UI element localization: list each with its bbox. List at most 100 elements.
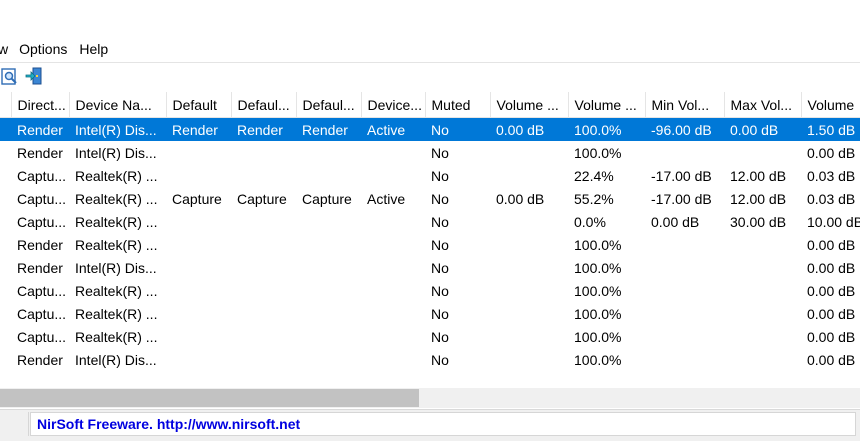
- column-header[interactable]: Direct...: [11, 92, 70, 118]
- menu-view[interactable]: w: [0, 38, 13, 60]
- header-row: Direct... Device Na... Default Defaul... Def…: [0, 92, 860, 118]
- menu-bar: w Options Help: [0, 38, 860, 60]
- table-cell: [166, 348, 231, 371]
- table-row[interactable]: Render Intel(R) Dis... No 100.0% 0.00 dB: [0, 256, 860, 279]
- toolbar: [0, 62, 860, 89]
- column-header[interactable]: Muted: [425, 92, 491, 118]
- table-cell: 22.4%: [574, 167, 614, 184]
- table-cell: 10.00 dB: [807, 213, 860, 230]
- table-row[interactable]: Render Intel(R) Dis... No 100.0% 0.00 dB: [0, 141, 860, 164]
- table-cell: Realtek(R) ...: [75, 282, 158, 299]
- table-cell: [296, 256, 361, 279]
- table-row[interactable]: Render Realtek(R) ... No 100.0% 0.00 dB: [0, 233, 860, 256]
- table-cell: [724, 348, 801, 371]
- table-cell: Captu...: [17, 328, 67, 345]
- table-cell: Realtek(R) ...: [75, 190, 158, 207]
- export-icon[interactable]: [24, 66, 44, 86]
- column-header[interactable]: Device...: [361, 92, 426, 118]
- table-cell: [166, 210, 231, 233]
- table-cell: [645, 233, 724, 256]
- column-header[interactable]: Min Vol...: [645, 92, 725, 118]
- table-cell: [490, 141, 568, 164]
- table-cell: [0, 302, 11, 325]
- table-cell: [166, 141, 231, 164]
- column-header[interactable]: Volume ...: [490, 92, 569, 118]
- table-cell: [231, 279, 296, 302]
- table-cell: [490, 233, 568, 256]
- table-cell: [490, 210, 568, 233]
- table-cell: [296, 141, 361, 164]
- table-cell: [645, 348, 724, 371]
- properties-icon[interactable]: [0, 66, 20, 86]
- table-cell: 1.50 dB: [801, 117, 860, 141]
- table-cell: 0.00 dB: [651, 213, 700, 230]
- column-header[interactable]: Device Na...: [69, 92, 167, 118]
- table-cell: [490, 325, 568, 348]
- table-cell: [361, 348, 425, 371]
- table-cell: Render: [17, 351, 63, 368]
- table-cell: [296, 210, 361, 233]
- table-cell: [0, 325, 11, 348]
- table-cell: No: [431, 305, 449, 322]
- menu-options[interactable]: Options: [13, 38, 73, 60]
- table-cell: [166, 233, 231, 256]
- table-cell: [0, 279, 11, 302]
- table-row[interactable]: Captu... Realtek(R) ... Capture Capture Capt…: [0, 187, 860, 210]
- status-link[interactable]: NirSoft Freeware. http://www.nirsoft.net: [30, 412, 856, 436]
- table-row[interactable]: Captu... Realtek(R) ... No 100.0% 0.00 dB: [0, 279, 860, 302]
- table-cell: No: [431, 144, 449, 161]
- column-header[interactable]: Max Vol...: [724, 92, 802, 118]
- table-cell: Capture: [237, 190, 287, 207]
- table-cell: Render: [231, 117, 296, 141]
- menu-help[interactable]: Help: [73, 38, 114, 60]
- column-header[interactable]: Default: [166, 92, 232, 118]
- table-cell: 0.00 dB: [724, 117, 801, 141]
- table-row[interactable]: Captu... Realtek(R) ... No 100.0% 0.00 dB: [0, 325, 860, 348]
- table-cell: 0.00 dB: [490, 117, 568, 141]
- table-cell: [361, 302, 425, 325]
- table-cell: [231, 325, 296, 348]
- table-cell: Render: [17, 259, 63, 276]
- status-bar: NirSoft Freeware. http://www.nirsoft.net: [0, 409, 860, 441]
- table-cell: 0.00 dB: [807, 351, 856, 368]
- table-cell: No: [431, 190, 449, 207]
- table-cell: Captu...: [17, 190, 67, 207]
- table-row[interactable]: Captu... Realtek(R) ... No 22.4% -17.00 dB 12…: [0, 164, 860, 187]
- horizontal-scrollbar[interactable]: [0, 388, 860, 408]
- table-cell: [490, 164, 568, 187]
- table-cell: 100.0%: [574, 328, 622, 345]
- table-row[interactable]: Captu... Realtek(R) ... No 100.0% 0.00 dB: [0, 302, 860, 325]
- table-cell: Render: [17, 144, 63, 161]
- table-cell: [166, 256, 231, 279]
- table-cell: No: [431, 351, 449, 368]
- column-header[interactable]: Volume: [801, 92, 860, 118]
- column-header[interactable]: Defaul...: [296, 92, 362, 118]
- table-cell: Captu...: [17, 282, 67, 299]
- table-cell: [724, 325, 801, 348]
- table-row[interactable]: Render Intel(R) Dis... Render Render Render A…: [0, 117, 860, 141]
- table-cell: [296, 164, 361, 187]
- table-row[interactable]: Captu... Realtek(R) ... No 0.0% 0.00 dB 30.00…: [0, 210, 860, 233]
- table-cell: [296, 348, 361, 371]
- table-cell: [0, 233, 11, 256]
- column-header[interactable]: Volume ...: [568, 92, 646, 118]
- table-row[interactable]: Render Intel(R) Dis... No 100.0% 0.00 dB: [0, 348, 860, 371]
- table-cell: [724, 279, 801, 302]
- table-cell: [0, 187, 11, 210]
- table-cell: [645, 141, 724, 164]
- table-cell: 0.00 dB: [496, 190, 545, 207]
- table-cell: Realtek(R) ...: [75, 213, 158, 230]
- table-cell: 100.0%: [568, 117, 645, 141]
- table-cell: [361, 256, 425, 279]
- table-cell: No: [431, 282, 449, 299]
- table-cell: 12.00 dB: [730, 167, 787, 184]
- table-cell: 0.00 dB: [807, 259, 856, 276]
- table-cell: [724, 302, 801, 325]
- table-cell: [231, 302, 296, 325]
- column-header[interactable]: [0, 92, 12, 118]
- table-cell: Active: [367, 190, 406, 207]
- column-header[interactable]: Defaul...: [231, 92, 297, 118]
- table-cell: [0, 210, 11, 233]
- scrollbar-thumb[interactable]: [0, 389, 419, 407]
- table-cell: [361, 233, 425, 256]
